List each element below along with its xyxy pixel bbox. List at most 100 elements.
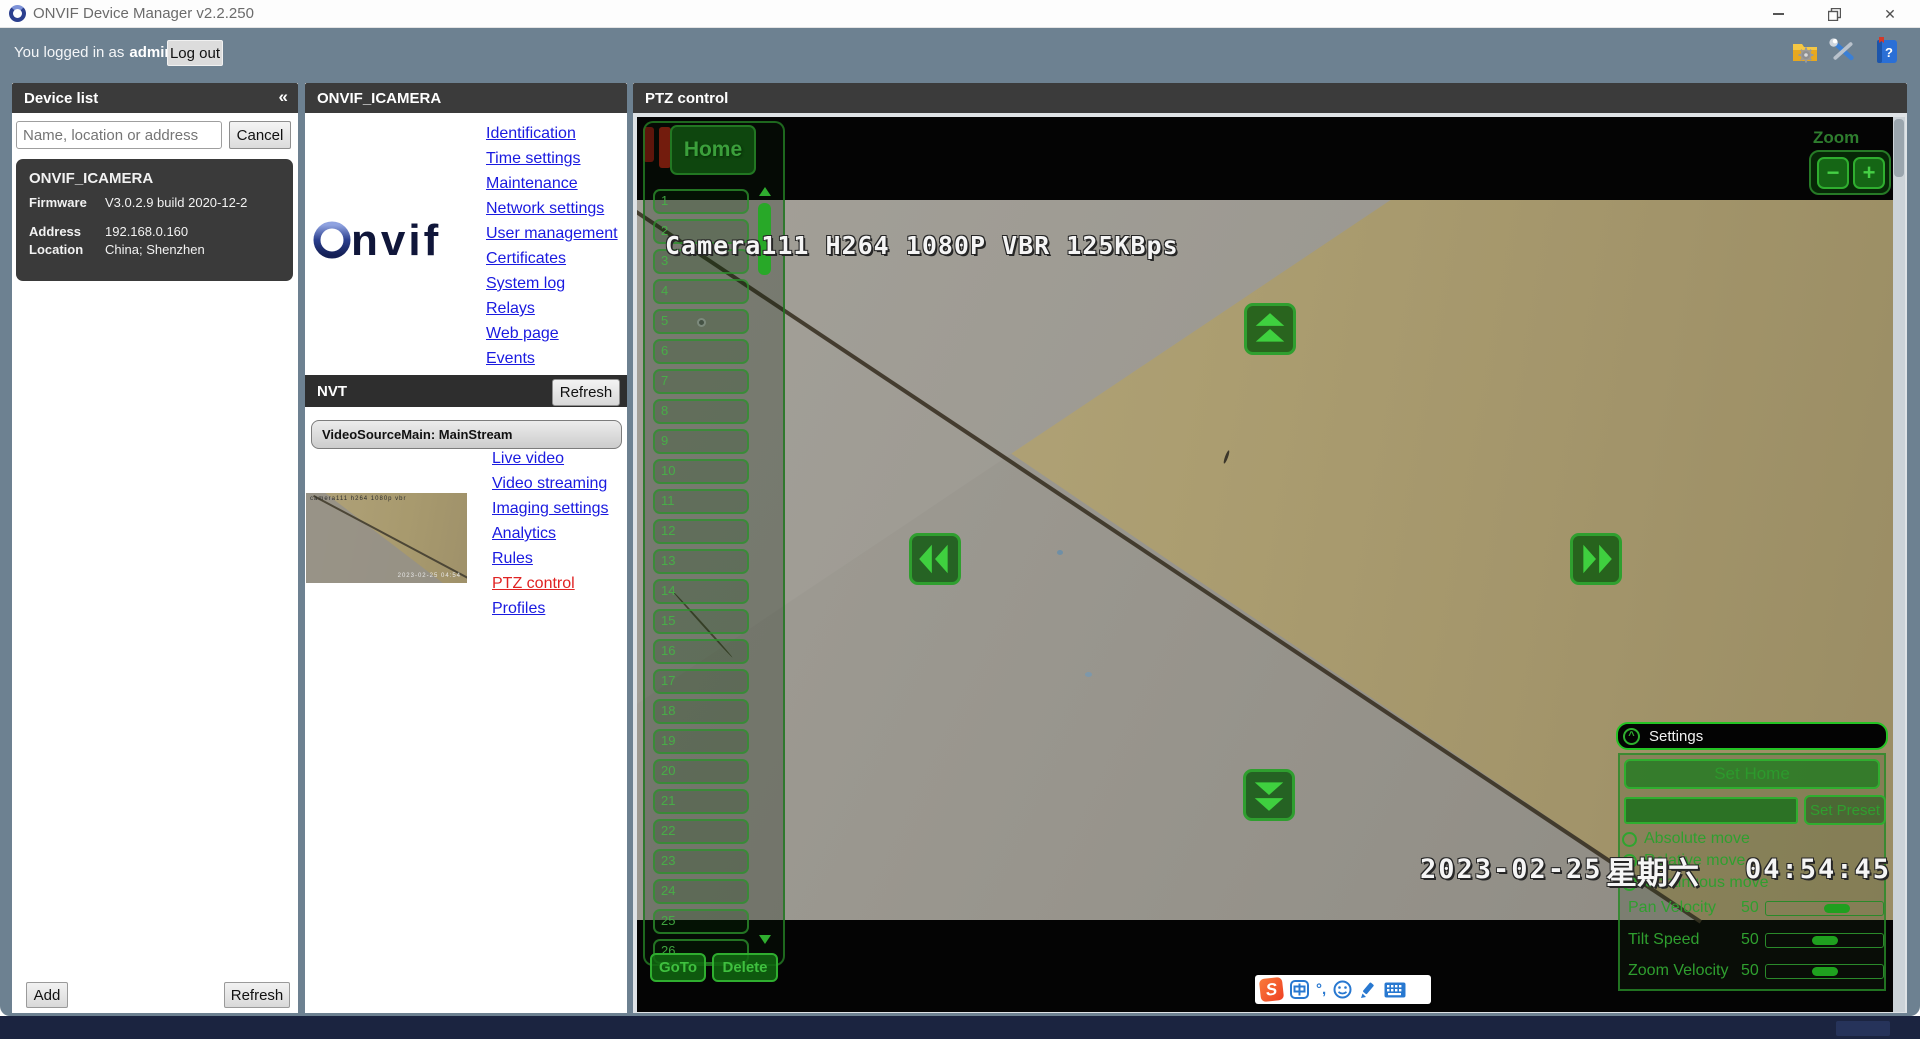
preset-row[interactable]: 17 (653, 669, 749, 694)
osd-time: 04:54:45 (1745, 854, 1891, 885)
pen-icon[interactable] (1359, 981, 1377, 999)
video-source-selector[interactable]: VideoSourceMain: MainStream (311, 420, 622, 449)
preset-row[interactable]: 5 (653, 309, 749, 334)
link-live-video[interactable]: Live video (492, 450, 564, 467)
preset-row[interactable]: 14 (653, 579, 749, 604)
link-video-streaming[interactable]: Video streaming (492, 475, 607, 492)
preset-row[interactable]: 20 (653, 759, 749, 784)
delete-preset-button[interactable]: Delete (712, 953, 778, 982)
video-scrollbar[interactable] (1893, 117, 1905, 1012)
help-icon[interactable]: ? (1872, 36, 1902, 66)
keyboard-icon[interactable] (1384, 982, 1406, 998)
preset-number: 14 (661, 583, 675, 598)
preset-scroll-up-icon[interactable] (759, 187, 771, 196)
preset-row[interactable]: 8 (653, 399, 749, 424)
set-preset-button[interactable]: Set Preset (1804, 795, 1886, 825)
preset-row[interactable]: 19 (653, 729, 749, 754)
emoji-icon[interactable] (1333, 980, 1352, 999)
preset-row[interactable]: 12 (653, 519, 749, 544)
preset-row[interactable]: 24 (653, 879, 749, 904)
restore-button[interactable] (1812, 0, 1856, 28)
preset-name-input[interactable] (1624, 797, 1798, 824)
link-relays[interactable]: Relays (486, 300, 535, 317)
set-home-button[interactable]: Set Home (1624, 759, 1880, 789)
preset-row[interactable]: 21 (653, 789, 749, 814)
nvt-refresh-button[interactable]: Refresh (552, 379, 620, 406)
settings-header[interactable]: ^ Settings (1616, 722, 1888, 750)
refresh-devices-button[interactable]: Refresh (224, 982, 290, 1008)
preset-row[interactable]: 13 (653, 549, 749, 574)
pan-velocity-thumb[interactable] (1824, 904, 1850, 913)
cancel-button[interactable]: Cancel (229, 121, 291, 149)
chinese-mode-icon[interactable] (1290, 980, 1309, 999)
close-button[interactable]: ✕ (1868, 0, 1912, 28)
taskbar-item[interactable] (1836, 1021, 1890, 1036)
logout-button[interactable]: Log out (167, 40, 223, 66)
preset-row[interactable]: 16 (653, 639, 749, 664)
preset-row[interactable]: 18 (653, 699, 749, 724)
pan-right-button[interactable] (1570, 533, 1622, 585)
link-network-settings[interactable]: Network settings (486, 200, 604, 217)
link-events[interactable]: Events (486, 350, 535, 367)
preset-row[interactable]: 7 (653, 369, 749, 394)
zoom-velocity-slider[interactable] (1765, 964, 1884, 979)
link-analytics[interactable]: Analytics (492, 525, 556, 542)
collapse-panel-icon[interactable]: « (279, 87, 288, 107)
punctuation-icon[interactable]: °, (1316, 981, 1326, 998)
link-web-page[interactable]: Web page (486, 325, 559, 342)
goto-preset-button[interactable]: GoTo (650, 953, 706, 982)
link-user-management[interactable]: User management (486, 225, 618, 242)
svg-text:?: ? (1885, 45, 1893, 60)
link-time-settings[interactable]: Time settings (486, 150, 581, 167)
double-chevron-right-icon (1577, 540, 1615, 578)
pan-up-button[interactable] (1244, 303, 1296, 355)
preset-row[interactable]: 23 (653, 849, 749, 874)
search-input[interactable] (16, 121, 222, 149)
link-profiles[interactable]: Profiles (492, 600, 545, 617)
link-rules[interactable]: Rules (492, 550, 533, 567)
pan-down-button[interactable] (1243, 769, 1295, 821)
link-maintenance[interactable]: Maintenance (486, 175, 578, 192)
preset-row[interactable]: 10 (653, 459, 749, 484)
preset-row[interactable]: 22 (653, 819, 749, 844)
link-system-log[interactable]: System log (486, 275, 565, 292)
link-imaging-settings[interactable]: Imaging settings (492, 500, 609, 517)
preset-number: 15 (661, 613, 675, 628)
ime-toolbar: S °, (1255, 975, 1431, 1004)
video-scrollbar-thumb[interactable] (1894, 119, 1904, 177)
link-ptz-control[interactable]: PTZ control (492, 575, 575, 592)
zoom-in-button[interactable]: + (1853, 157, 1885, 189)
preset-row[interactable]: 4 (653, 279, 749, 304)
location-label: Location (29, 242, 105, 257)
preset-row[interactable]: 15 (653, 609, 749, 634)
double-chevron-up-icon (1251, 310, 1289, 348)
thumbnail-gray-region (306, 493, 467, 583)
double-chevron-left-icon (916, 540, 954, 578)
preset-row[interactable]: 1 (653, 189, 749, 214)
preset-scroll-down-icon[interactable] (759, 935, 771, 944)
manage-settings-icon[interactable] (1790, 36, 1820, 66)
pan-velocity-slider[interactable] (1765, 901, 1884, 916)
preset-row[interactable]: 6 (653, 339, 749, 364)
preset-row[interactable]: 25 (653, 909, 749, 934)
tools-icon[interactable] (1828, 36, 1858, 66)
preset-number: 18 (661, 703, 675, 718)
minimize-button[interactable] (1756, 0, 1800, 28)
tilt-speed-thumb[interactable] (1812, 936, 1838, 945)
sogou-logo[interactable]: S (1259, 977, 1284, 1002)
absolute-move-option[interactable]: Absolute move (1622, 829, 1750, 849)
zoom-velocity-thumb[interactable] (1812, 967, 1838, 976)
video-thumbnail[interactable]: camera111 h264 1080p vbr 2023-02-25 04:5… (306, 493, 467, 583)
link-identification[interactable]: Identification (486, 125, 576, 142)
add-device-button[interactable]: Add (26, 982, 68, 1008)
tilt-speed-slider[interactable] (1765, 933, 1884, 948)
device-card[interactable]: ONVIF_ICAMERA FirmwareV3.0.2.9 build 202… (16, 159, 293, 281)
zoom-out-button[interactable]: − (1817, 157, 1849, 189)
preset-row[interactable]: 11 (653, 489, 749, 514)
link-certificates[interactable]: Certificates (486, 250, 566, 267)
preset-row[interactable]: 9 (653, 429, 749, 454)
settings-collapse-icon[interactable]: ^ (1623, 728, 1640, 745)
device-firmware-row: FirmwareV3.0.2.9 build 2020-12-2 (29, 195, 280, 210)
pan-left-button[interactable] (909, 533, 961, 585)
video-view[interactable]: Camera111 H264 1080P VBR 125KBps Home 12… (637, 117, 1893, 1012)
